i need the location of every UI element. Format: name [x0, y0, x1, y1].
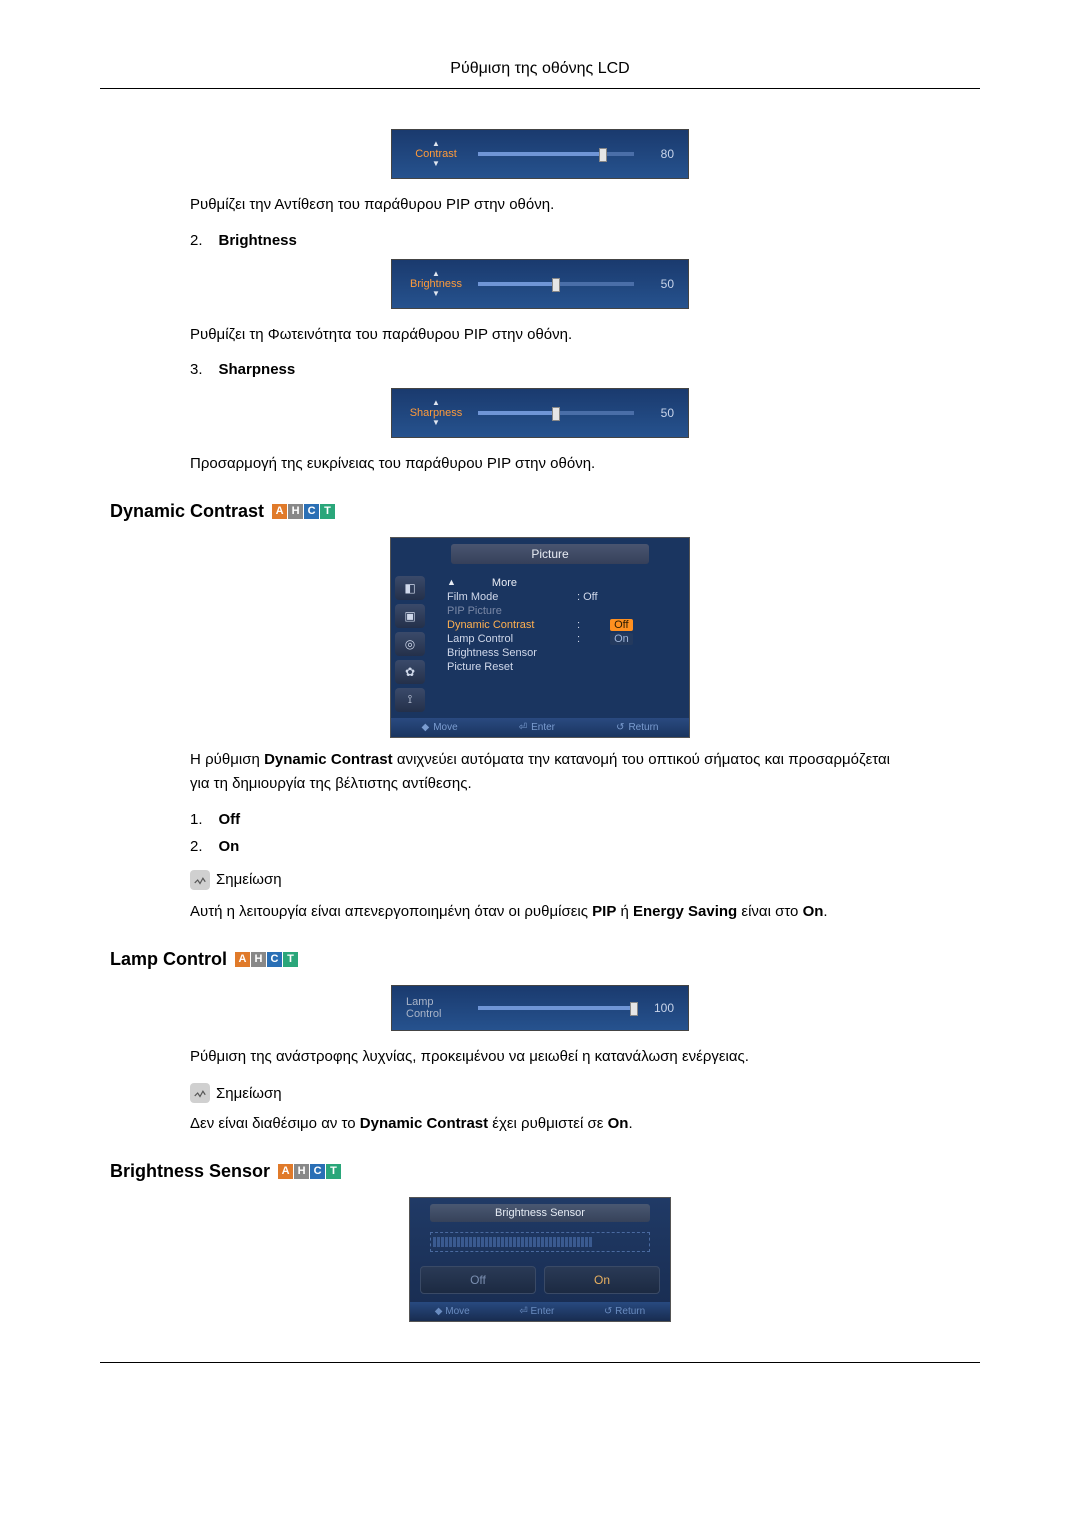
lamp-control-heading: Lamp Control A H C T — [110, 949, 980, 970]
badge-t: T — [320, 504, 335, 519]
menu-row-lamp-control[interactable]: Lamp Control: On — [447, 632, 681, 646]
badge-h: H — [288, 504, 303, 519]
lamp-control-value: 100 — [646, 1001, 674, 1015]
bs-on-button[interactable]: On — [544, 1266, 660, 1294]
bs-footer-return: ↺ Return — [604, 1306, 645, 1317]
brightness-sensor-panel: Brightness Sensor Off On ◆ Move ⏎ Enter … — [409, 1197, 671, 1322]
sound-icon[interactable]: ◎ — [395, 632, 425, 656]
menu-row-brightness-sensor[interactable]: Brightness Sensor — [447, 646, 681, 660]
page: Ρύθμιση της οθόνης LCD ▲ Contrast ▼ 80 Ρ… — [0, 0, 1080, 1423]
menu-title: Picture — [451, 544, 649, 564]
contrast-desc: Ρυθμίζει την Αντίθεση του παράθυρου PIP … — [190, 194, 980, 217]
contrast-slider: ▲ Contrast ▼ 80 — [391, 129, 689, 179]
bs-off-button[interactable]: Off — [420, 1266, 536, 1294]
badge-c: C — [304, 504, 319, 519]
dynamic-contrast-heading: Dynamic Contrast A H C T — [110, 501, 980, 522]
down-arrow-icon: ▼ — [432, 419, 440, 427]
bs-footer-move: ◆ Move — [435, 1306, 470, 1317]
input-icon[interactable]: ▣ — [395, 604, 425, 628]
page-title: Ρύθμιση της οθόνης LCD — [100, 60, 980, 89]
sharpness-value: 50 — [646, 406, 674, 420]
badge-a: A — [272, 504, 287, 519]
brightness-desc: Ρυθμίζει τη Φωτεινότητα του παράθυρου PI… — [190, 324, 980, 347]
brightness-label: Brightness — [410, 278, 462, 290]
footer-divider — [100, 1362, 980, 1363]
bs-indicator — [430, 1232, 650, 1252]
footer-return: ↺ Return — [616, 722, 658, 733]
bs-title: Brightness Sensor — [430, 1204, 650, 1222]
picture-menu: Picture ◧ ▣ ◎ ✿ ⟟ ▲More Film Mode: Off P… — [390, 537, 690, 738]
bs-footer: ◆ Move ⏎ Enter ↺ Return — [410, 1302, 670, 1321]
menu-footer: ◆ Move ⏎ Enter ↺ Return — [391, 718, 689, 737]
picture-icon[interactable]: ◧ — [395, 576, 425, 600]
up-arrow-icon: ▲ — [432, 270, 440, 278]
brightness-value: 50 — [646, 277, 674, 291]
note-text: Αυτή η λειτουργία είναι απενεργοποιημένη… — [190, 900, 890, 924]
down-arrow-icon: ▼ — [432, 160, 440, 168]
list-item: 3. Sharpness — [190, 361, 980, 378]
opt-on: 2. On — [190, 838, 980, 855]
menu-row-dynamic-contrast[interactable]: Dynamic Contrast: Off — [447, 618, 681, 632]
slider-track[interactable] — [478, 411, 634, 415]
menu-icon-list: ◧ ▣ ◎ ✿ ⟟ — [391, 570, 439, 718]
badge-group: A H C T — [235, 952, 298, 967]
slider-track[interactable] — [478, 282, 634, 286]
bs-footer-enter: ⏎ Enter — [519, 1306, 554, 1317]
menu-row-film-mode[interactable]: Film Mode: Off — [447, 590, 681, 604]
brightness-sensor-heading: Brightness Sensor A H C T — [110, 1161, 980, 1182]
slider-thumb[interactable] — [630, 1002, 638, 1016]
opt-off: 1. Off — [190, 811, 980, 828]
note-heading-lamp: Σημείωση — [190, 1083, 980, 1103]
note-icon — [190, 1083, 210, 1103]
sharpness-desc: Προσαρμογή της ευκρίνειας του παράθυρου … — [190, 453, 980, 476]
note-icon — [190, 870, 210, 890]
badge-group: A H C T — [278, 1164, 341, 1179]
list-item: 2. Brightness — [190, 232, 980, 249]
down-arrow-icon: ▼ — [432, 290, 440, 298]
badge-group: A H C T — [272, 504, 335, 519]
sharpness-slider: ▲ Sharpness ▼ 50 — [391, 388, 689, 438]
dynamic-contrast-desc: Η ρύθμιση Dynamic Contrast ανιχνεύει αυτ… — [190, 748, 890, 796]
slider-thumb[interactable] — [552, 278, 560, 292]
settings-icon[interactable]: ✿ — [395, 660, 425, 684]
note-heading: Σημείωση — [190, 870, 980, 890]
slider-track[interactable] — [478, 1006, 634, 1010]
media-icon[interactable]: ⟟ — [395, 688, 425, 712]
slider-thumb[interactable] — [552, 407, 560, 421]
lamp-control-slider: Lamp Control 100 — [391, 985, 689, 1031]
up-arrow-icon: ▲ — [432, 399, 440, 407]
footer-move: ◆ Move — [422, 722, 458, 733]
menu-more[interactable]: ▲More — [447, 576, 681, 590]
slider-thumb[interactable] — [599, 148, 607, 162]
lamp-control-desc: Ρύθμιση της ανάστροφης λυχνίας, προκειμέ… — [190, 1046, 980, 1069]
lamp-note-text: Δεν είναι διαθέσιμο αν το Dynamic Contra… — [190, 1113, 980, 1136]
contrast-value: 80 — [646, 147, 674, 161]
lamp-control-label: Lamp Control — [406, 996, 466, 1020]
footer-enter: ⏎ Enter — [519, 722, 555, 733]
slider-track[interactable] — [478, 152, 634, 156]
brightness-slider: ▲ Brightness ▼ 50 — [391, 259, 689, 309]
menu-row-picture-reset[interactable]: Picture Reset — [447, 660, 681, 674]
menu-row-pip-picture: PIP Picture — [447, 604, 681, 618]
up-arrow-icon: ▲ — [432, 140, 440, 148]
